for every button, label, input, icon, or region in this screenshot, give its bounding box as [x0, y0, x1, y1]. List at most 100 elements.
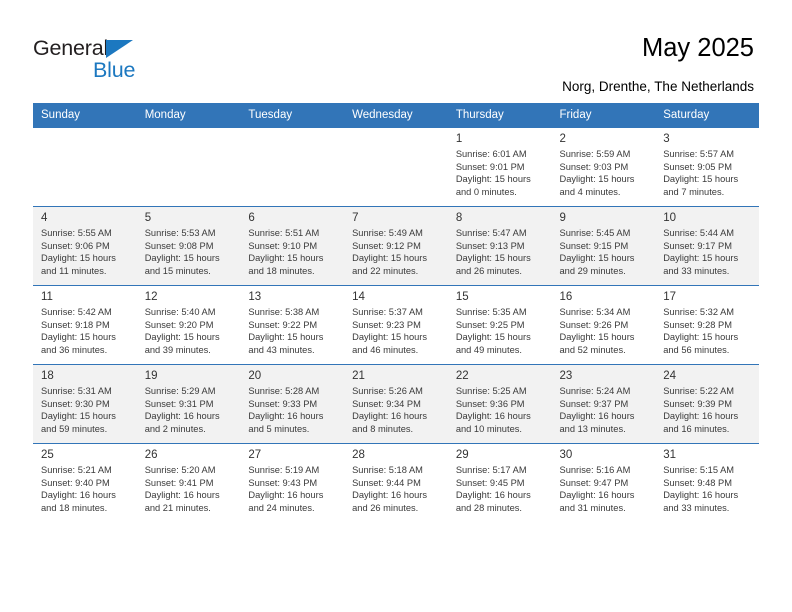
sunset-text: Sunset: 9:31 PM	[144, 398, 214, 409]
day-number: 29	[455, 449, 469, 461]
sunset-text: Sunset: 9:08 PM	[144, 240, 214, 251]
day-details: Sunrise: 5:20 AM Sunset: 9:41 PM Dayligh…	[137, 464, 241, 514]
daylight-text-line1: Daylight: 15 hours	[663, 253, 739, 264]
calendar-day-cell[interactable]: 2 Sunrise: 5:59 AM Sunset: 9:03 PM Dayli…	[551, 127, 656, 207]
calendar-day-cell[interactable]: 17 Sunrise: 5:32 AM Sunset: 9:28 PM Dayl…	[655, 285, 759, 365]
day-number: 22	[455, 370, 469, 382]
day-number: 19	[144, 370, 158, 382]
calendar-day-cell	[344, 127, 448, 207]
daylight-text-line1: Daylight: 16 hours	[144, 490, 220, 501]
sunrise-text: Sunrise: 5:44 AM	[663, 228, 735, 238]
sunrise-text: Sunrise: 5:22 AM	[663, 386, 735, 396]
daylight-text-line2: and 7 minutes.	[663, 186, 725, 197]
daylight-text-line2: and 52 minutes.	[559, 344, 626, 355]
calendar-day-cell[interactable]: 13 Sunrise: 5:38 AM Sunset: 9:22 PM Dayl…	[240, 285, 345, 365]
daylight-text-line1: Daylight: 15 hours	[455, 253, 531, 264]
calendar-day-cell[interactable]: 16 Sunrise: 5:34 AM Sunset: 9:26 PM Dayl…	[551, 285, 656, 365]
calendar-day-cell[interactable]: 8 Sunrise: 5:47 AM Sunset: 9:13 PM Dayli…	[447, 206, 552, 286]
calendar-day-cell[interactable]: 1 Sunrise: 6:01 AM Sunset: 9:01 PM Dayli…	[447, 127, 552, 207]
daylight-text-line1: Daylight: 16 hours	[559, 411, 635, 422]
daylight-text-line1: Daylight: 15 hours	[41, 332, 116, 343]
daylight-text-line1: Daylight: 15 hours	[455, 174, 531, 185]
weekday-header-monday: Monday	[136, 103, 241, 128]
sunrise-text: Sunrise: 5:21 AM	[41, 465, 112, 475]
day-number: 5	[144, 212, 152, 224]
calendar-day-cell	[33, 127, 137, 207]
daylight-text-line2: and 18 minutes.	[248, 265, 315, 276]
page-title: May 2025	[642, 34, 754, 62]
calendar-day-cell[interactable]: 12 Sunrise: 5:40 AM Sunset: 9:20 PM Dayl…	[136, 285, 241, 365]
sunset-text: Sunset: 9:17 PM	[663, 240, 732, 251]
page-header: General Blue May 2025 Norg, Drenthe, The…	[0, 0, 792, 103]
day-details: Sunrise: 5:19 AM Sunset: 9:43 PM Dayligh…	[240, 464, 344, 514]
logo-text-blue: Blue	[93, 58, 136, 82]
calendar-day-cell[interactable]: 4 Sunrise: 5:55 AM Sunset: 9:06 PM Dayli…	[33, 206, 137, 286]
daylight-text-line2: and 29 minutes.	[559, 265, 626, 276]
daylight-text-line1: Daylight: 16 hours	[248, 411, 324, 422]
day-number: 1	[455, 133, 463, 145]
calendar-day-cell[interactable]: 31 Sunrise: 5:15 AM Sunset: 9:48 PM Dayl…	[655, 443, 759, 522]
sunset-text: Sunset: 9:26 PM	[559, 319, 629, 330]
calendar-day-cell[interactable]: 14 Sunrise: 5:37 AM Sunset: 9:23 PM Dayl…	[344, 285, 448, 365]
calendar-day-cell	[136, 127, 241, 207]
sunset-text: Sunset: 9:43 PM	[248, 477, 318, 488]
day-number: 16	[559, 291, 573, 303]
calendar-day-cell[interactable]: 22 Sunrise: 5:25 AM Sunset: 9:36 PM Dayl…	[447, 364, 552, 444]
daylight-text-line2: and 5 minutes.	[248, 423, 310, 434]
calendar-day-cell[interactable]: 29 Sunrise: 5:17 AM Sunset: 9:45 PM Dayl…	[447, 443, 552, 522]
calendar-day-cell[interactable]: 23 Sunrise: 5:24 AM Sunset: 9:37 PM Dayl…	[551, 364, 656, 444]
daylight-text-line2: and 56 minutes.	[663, 344, 730, 355]
calendar-day-cell[interactable]: 18 Sunrise: 5:31 AM Sunset: 9:30 PM Dayl…	[33, 364, 137, 444]
weekday-header-friday: Friday	[551, 103, 656, 128]
calendar-day-cell[interactable]: 21 Sunrise: 5:26 AM Sunset: 9:34 PM Dayl…	[344, 364, 448, 444]
day-details: Sunrise: 5:26 AM Sunset: 9:34 PM Dayligh…	[344, 385, 448, 435]
daylight-text-line2: and 39 minutes.	[144, 344, 211, 355]
calendar-day-cell[interactable]: 9 Sunrise: 5:45 AM Sunset: 9:15 PM Dayli…	[551, 206, 656, 286]
weekday-header-row: Sunday Monday Tuesday Wednesday Thursday…	[33, 103, 759, 128]
calendar-week-row: 25 Sunrise: 5:21 AM Sunset: 9:40 PM Dayl…	[33, 443, 759, 522]
calendar-day-cell[interactable]: 11 Sunrise: 5:42 AM Sunset: 9:18 PM Dayl…	[33, 285, 137, 365]
daylight-text-line1: Daylight: 15 hours	[248, 332, 324, 343]
calendar-day-cell[interactable]: 15 Sunrise: 5:35 AM Sunset: 9:25 PM Dayl…	[447, 285, 552, 365]
daylight-text-line1: Daylight: 15 hours	[41, 253, 116, 264]
day-details: Sunrise: 5:16 AM Sunset: 9:47 PM Dayligh…	[552, 464, 656, 514]
logo-triangle-icon	[106, 40, 133, 58]
sunset-text: Sunset: 9:18 PM	[41, 319, 110, 330]
calendar-week-row: 18 Sunrise: 5:31 AM Sunset: 9:30 PM Dayl…	[33, 364, 759, 444]
sunrise-text: Sunrise: 5:24 AM	[559, 386, 631, 396]
calendar-day-cell[interactable]: 20 Sunrise: 5:28 AM Sunset: 9:33 PM Dayl…	[240, 364, 345, 444]
calendar-day-cell[interactable]: 27 Sunrise: 5:19 AM Sunset: 9:43 PM Dayl…	[240, 443, 345, 522]
sunset-text: Sunset: 9:06 PM	[41, 240, 110, 251]
daylight-text-line2: and 18 minutes.	[41, 502, 108, 513]
calendar-day-cell[interactable]: 25 Sunrise: 5:21 AM Sunset: 9:40 PM Dayl…	[33, 443, 137, 522]
calendar-day-cell[interactable]: 24 Sunrise: 5:22 AM Sunset: 9:39 PM Dayl…	[655, 364, 759, 444]
daylight-text-line1: Daylight: 15 hours	[41, 411, 116, 422]
daylight-text-line2: and 49 minutes.	[455, 344, 522, 355]
month-calendar-table: Sunday Monday Tuesday Wednesday Thursday…	[33, 103, 759, 522]
sunset-text: Sunset: 9:36 PM	[455, 398, 525, 409]
daylight-text-line1: Daylight: 16 hours	[455, 411, 531, 422]
day-details: Sunrise: 5:29 AM Sunset: 9:31 PM Dayligh…	[137, 385, 241, 435]
sunset-text: Sunset: 9:45 PM	[455, 477, 525, 488]
sunset-text: Sunset: 9:13 PM	[455, 240, 525, 251]
sunrise-text: Sunrise: 5:15 AM	[663, 465, 735, 475]
calendar-day-cell[interactable]: 30 Sunrise: 5:16 AM Sunset: 9:47 PM Dayl…	[551, 443, 656, 522]
day-number: 15	[455, 291, 469, 303]
calendar-day-cell[interactable]: 5 Sunrise: 5:53 AM Sunset: 9:08 PM Dayli…	[136, 206, 241, 286]
calendar-day-cell[interactable]: 28 Sunrise: 5:18 AM Sunset: 9:44 PM Dayl…	[344, 443, 448, 522]
calendar-day-cell[interactable]: 6 Sunrise: 5:51 AM Sunset: 9:10 PM Dayli…	[240, 206, 345, 286]
sunset-text: Sunset: 9:01 PM	[455, 161, 525, 172]
calendar-day-cell[interactable]: 10 Sunrise: 5:44 AM Sunset: 9:17 PM Dayl…	[655, 206, 759, 286]
day-details: Sunrise: 5:55 AM Sunset: 9:06 PM Dayligh…	[33, 227, 137, 277]
daylight-text-line2: and 28 minutes.	[455, 502, 522, 513]
day-details: Sunrise: 5:51 AM Sunset: 9:10 PM Dayligh…	[240, 227, 344, 277]
calendar-day-cell[interactable]: 26 Sunrise: 5:20 AM Sunset: 9:41 PM Dayl…	[136, 443, 241, 522]
sunrise-text: Sunrise: 5:38 AM	[248, 307, 320, 317]
calendar-day-cell[interactable]: 3 Sunrise: 5:57 AM Sunset: 9:05 PM Dayli…	[655, 127, 759, 207]
day-number: 30	[559, 449, 573, 461]
calendar-day-cell[interactable]: 19 Sunrise: 5:29 AM Sunset: 9:31 PM Dayl…	[136, 364, 241, 444]
day-number: 9	[559, 212, 566, 224]
calendar-day-cell[interactable]: 7 Sunrise: 5:49 AM Sunset: 9:12 PM Dayli…	[344, 206, 448, 286]
day-details: Sunrise: 5:28 AM Sunset: 9:33 PM Dayligh…	[240, 385, 344, 435]
daylight-text-line1: Daylight: 16 hours	[41, 490, 116, 501]
